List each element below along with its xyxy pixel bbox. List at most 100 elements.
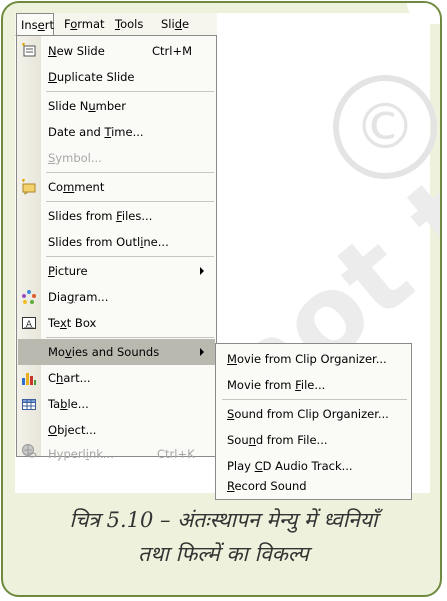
menu-item-label: Symbol... xyxy=(48,145,102,171)
menu-item-movies-and-sounds[interactable]: Movies and Sounds xyxy=(18,339,215,365)
label-mnemonic: x xyxy=(59,316,67,330)
label-mnemonic: M xyxy=(227,352,237,366)
label-mnemonic: C xyxy=(254,459,263,473)
submenu-item-movie-from-clip-organizer[interactable]: Movie from Clip Organizer... xyxy=(216,346,411,372)
label-part: D Audio Track... xyxy=(262,459,353,473)
text-box-icon: A xyxy=(21,315,37,331)
submenu-item-label: Record Sound xyxy=(227,473,307,499)
diagram-icon xyxy=(21,289,37,305)
menu-item-hyperlink[interactable]: Hyperlink... Ctrl+K xyxy=(17,429,216,461)
menu-item-symbol[interactable]: Symbol... xyxy=(17,145,216,171)
menu-label: e xyxy=(182,17,190,31)
copyright-watermark-icon: © xyxy=(333,75,437,179)
menu-item-label: Movies and Sounds xyxy=(48,339,159,365)
label-part: t Box xyxy=(66,316,97,330)
menu-insert[interactable]: Insert xyxy=(16,13,54,35)
label-part: icture xyxy=(54,264,88,278)
label-part: art... xyxy=(63,371,91,385)
menu-separator xyxy=(46,172,214,173)
menu-item-label: Diagram... xyxy=(48,284,108,310)
submenu-item-sound-from-clip-organizer[interactable]: Sound from Clip Organizer... xyxy=(216,401,411,427)
menu-item-picture[interactable]: Picture xyxy=(17,258,216,284)
menu-item-label: Slide Number xyxy=(48,93,126,119)
menu-item-slides-from-files[interactable]: Slides from Files... xyxy=(17,203,216,229)
menu-item-label: New Slide xyxy=(48,38,105,64)
label-part: ecord Sound xyxy=(234,479,307,493)
menu-separator xyxy=(46,201,214,202)
label-mnemonic: D xyxy=(48,70,57,84)
label-part: Hyperl xyxy=(48,447,86,461)
menu-item-label: Slides from Files... xyxy=(48,203,152,229)
label-part: Sou xyxy=(227,433,249,447)
label-part: nk... xyxy=(88,447,114,461)
menu-item-new-slide[interactable]: New Slide Ctrl+M xyxy=(17,38,216,64)
shortcut-label: Ctrl+M xyxy=(152,44,193,58)
menu-format[interactable]: Format xyxy=(60,13,109,35)
submenu-arrow-icon xyxy=(200,267,204,275)
insert-menu: New Slide Ctrl+M Duplicate Slide Slide N… xyxy=(16,35,217,461)
label-part: ew Slide xyxy=(56,44,105,58)
menu-item-slide-number[interactable]: Slide Number xyxy=(17,93,216,119)
label-part: mber xyxy=(95,99,126,113)
label-part: Date and xyxy=(48,125,105,139)
menu-separator xyxy=(46,337,214,338)
comment-icon xyxy=(21,179,37,195)
submenu-item-sound-from-file[interactable]: Sound from File... xyxy=(216,427,411,453)
label-mnemonic: N xyxy=(48,44,57,58)
menu-separator xyxy=(222,399,407,400)
label-part: Co xyxy=(48,180,64,194)
label-part: uplicate Slide xyxy=(56,70,135,84)
label-mnemonic: n xyxy=(248,433,256,447)
caption-line-1: चित्र 5.10 – अंतःस्थापन मेन्यु में ध्वनि… xyxy=(69,508,378,532)
label-mnemonic: v xyxy=(64,345,72,359)
shortcut-label: Ctrl+K xyxy=(157,447,195,461)
menu-item-table[interactable]: Table... xyxy=(17,391,216,417)
chart-icon xyxy=(21,370,37,386)
label-part: ovie from Clip Organizer... xyxy=(236,352,387,366)
menu-label: rmat xyxy=(77,17,105,31)
figure-frame: © not to Insert Format Tools Slide New S… xyxy=(1,1,442,597)
menu-item-chart[interactable]: Chart... xyxy=(17,365,216,391)
label-part: Play xyxy=(227,459,255,473)
menu-item-label: Slides from Outline... xyxy=(48,229,169,255)
label-part: Movie from xyxy=(227,378,296,392)
menu-item-duplicate-slide[interactable]: Duplicate Slide xyxy=(17,64,216,90)
menu-item-label: Hyperlink... xyxy=(48,441,114,467)
menu-label: rt xyxy=(44,18,54,32)
label-part: ound from Clip Organizer... xyxy=(234,407,389,421)
menu-item-diagram[interactable]: Diagram... xyxy=(17,284,216,310)
menu-item-label: Chart... xyxy=(48,365,91,391)
screenshot-area: © not to Insert Format Tools Slide New S… xyxy=(15,13,440,500)
submenu-item-label: Movie from Clip Organizer... xyxy=(227,346,387,372)
label-part: Mo xyxy=(48,345,65,359)
menu-item-date-and-time[interactable]: Date and Time... xyxy=(17,119,216,145)
label-part: le... xyxy=(67,397,89,411)
submenu-item-record-sound[interactable]: Record Sound xyxy=(216,473,411,499)
label-mnemonic: u xyxy=(88,99,96,113)
menu-item-label: Duplicate Slide xyxy=(48,64,135,90)
label-part: Slide N xyxy=(48,99,89,113)
label-part: iles... xyxy=(121,209,153,223)
submenu-item-label: Sound from File... xyxy=(227,427,328,453)
submenu-item-movie-from-file[interactable]: Movie from File... xyxy=(216,372,411,398)
menu-item-label: Text Box xyxy=(48,310,96,336)
menu-separator xyxy=(46,256,214,257)
caption-line-2: तथा फिल्में का विकल्प xyxy=(138,542,309,566)
menu-item-label: Comment xyxy=(48,174,104,200)
menu-item-comment[interactable]: Comment xyxy=(17,174,216,200)
label-part: Ta xyxy=(48,397,61,411)
hyperlink-icon xyxy=(21,443,37,459)
menu-slide[interactable]: Slide xyxy=(157,13,193,35)
menu-label: ools xyxy=(120,17,144,31)
movies-and-sounds-submenu: Movie from Clip Organizer... Movie from … xyxy=(215,343,412,500)
menu-label: Sli xyxy=(161,17,175,31)
menu-label: Ins xyxy=(21,18,38,32)
label-mnemonic: m xyxy=(63,180,75,194)
new-slide-icon xyxy=(21,43,37,59)
menu-item-slides-from-outline[interactable]: Slides from Outline... xyxy=(17,229,216,255)
label-part: Slides from xyxy=(48,209,117,223)
menu-tools[interactable]: Tools xyxy=(111,13,147,35)
label-part: Dia xyxy=(48,290,68,304)
menu-item-label: Picture xyxy=(48,258,88,284)
menu-item-text-box[interactable]: A Text Box xyxy=(17,310,216,336)
